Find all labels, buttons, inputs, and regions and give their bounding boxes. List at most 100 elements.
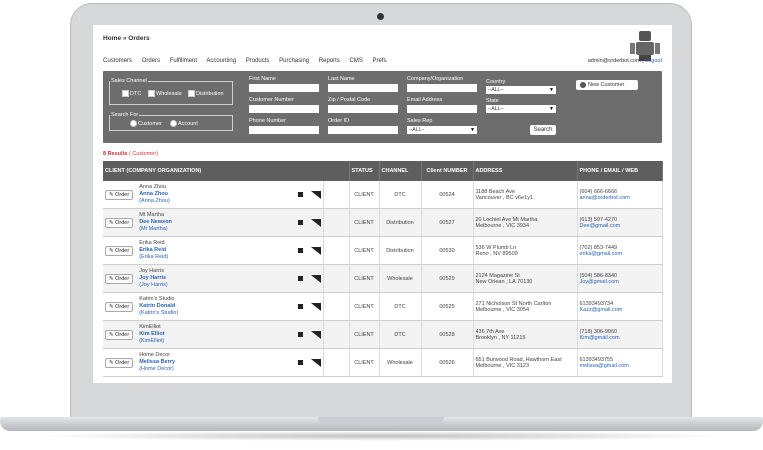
order-button-label: Order: [115, 359, 130, 366]
briefcase-icon[interactable]: [297, 276, 303, 281]
order-button[interactable]: ✎ Order: [105, 245, 134, 256]
menu-fulfillment[interactable]: Fulfillment: [170, 58, 197, 64]
table-row[interactable]: ✎ Order Erika Reid Erika Reid (Erika Reid) C…: [103, 236, 663, 265]
channel-distribution-checkbox[interactable]: Distribution: [188, 90, 224, 97]
menu-products[interactable]: Products: [246, 58, 270, 64]
sales-channel-group: Sales Channel DTC Wholesale Distribution: [109, 78, 233, 105]
account-info: admin@orderbot.com | Logout: [588, 58, 662, 64]
menu-orders[interactable]: Orders: [142, 58, 160, 64]
zip-input[interactable]: [328, 105, 398, 113]
email-link[interactable]: Kim@gmail.com: [580, 335, 660, 341]
briefcase-icon[interactable]: [297, 220, 303, 225]
client-name-link[interactable]: Joy Harris: [139, 275, 291, 282]
address-line-2: Melbourne , VIC 3054: [475, 306, 530, 313]
menu-customers[interactable]: Customers: [103, 58, 132, 64]
customer-table: CLIENT (COMPANY ORGANIZATION) STATUS CHA…: [103, 161, 663, 377]
corner-flag-icon[interactable]: [310, 330, 321, 339]
search-for-customer-radio[interactable]: Customer: [130, 120, 162, 127]
email-link[interactable]: Dee@gmail.com: [580, 223, 660, 229]
logout-link[interactable]: Logout: [645, 58, 662, 64]
customer-number-input[interactable]: [249, 105, 319, 113]
channel-wholesale-checkbox[interactable]: Wholesale: [148, 90, 182, 97]
order-button[interactable]: ✎ Order: [105, 189, 134, 200]
app-screen: Home » Orders Customers Orders Fulfillme…: [93, 25, 672, 383]
results-summary: 8 Results ( Customer): [103, 151, 158, 157]
menu-cms[interactable]: CMS: [350, 58, 363, 64]
new-customer-button[interactable]: New Customer: [576, 80, 638, 90]
email-link[interactable]: anna@orderbot.com: [580, 195, 660, 201]
laptop-notch: [318, 417, 444, 423]
company-label: Company/Organization: [407, 76, 464, 82]
country-select[interactable]: --ALL-- ▼: [486, 86, 556, 94]
order-button[interactable]: ✎ Order: [105, 273, 134, 284]
table-row[interactable]: ✎ Order KimElliot Kim Elliot (KimElliot) CLI…: [103, 320, 663, 349]
table-row[interactable]: ✎ Order Anna Zhou Anna Zhou (Anna Zhou) CLIE…: [103, 181, 663, 209]
client-name-link[interactable]: Erika Reid: [139, 247, 291, 254]
channel-cell: DTC: [379, 320, 422, 349]
email-link[interactable]: melissa@gmail.com: [580, 363, 660, 369]
state-select[interactable]: --ALL-- ▼: [486, 105, 556, 113]
search-for-account-radio[interactable]: Account: [170, 120, 198, 127]
account-email: admin@orderbot.com: [587, 58, 641, 64]
col-client[interactable]: CLIENT (COMPANY ORGANIZATION): [103, 161, 350, 181]
client-company: Katrin's Studio: [139, 296, 175, 302]
menu-purchasing[interactable]: Purchasing: [279, 58, 309, 64]
briefcase-icon[interactable]: [297, 360, 303, 365]
menu-prefs[interactable]: Prefs: [373, 58, 387, 64]
col-address[interactable]: ADDRESS: [473, 161, 578, 181]
briefcase-icon[interactable]: [297, 192, 303, 197]
order-id-input[interactable]: [328, 126, 398, 134]
client-company: KimElliot: [139, 324, 161, 330]
table-row[interactable]: ✎ Order Katrin's Studio Katrin Donald (Katr…: [103, 292, 663, 321]
order-button[interactable]: ✎ Order: [105, 217, 134, 228]
col-contact[interactable]: PHONE / EMAIL / WEB: [577, 161, 663, 181]
client-company: Joy Harris: [139, 268, 164, 274]
email-link[interactable]: Joy@gmail.com: [580, 279, 660, 285]
table-row[interactable]: ✎ Order Home Decor Melissa Berry (Home Deco…: [103, 348, 663, 377]
corner-flag-icon[interactable]: [310, 302, 321, 311]
company-input[interactable]: [407, 84, 477, 92]
email-link[interactable]: erika@gmail.com: [580, 251, 660, 257]
corner-flag-icon[interactable]: [310, 218, 321, 227]
menu-reports[interactable]: Reports: [319, 58, 340, 64]
last-name-label: Last Name: [328, 76, 355, 82]
client-name-link[interactable]: Melissa Berry: [139, 359, 291, 366]
contact-cell: 61393493755 melissa@gmail.com: [577, 348, 663, 377]
menu-accounting[interactable]: Accounting: [206, 58, 236, 64]
client-name-link[interactable]: Kim Elliot: [139, 331, 291, 338]
robot-logo-icon: [630, 31, 660, 61]
search-for-group: Search For Customer Account: [109, 112, 233, 131]
client-name-link[interactable]: Katrin Donald: [139, 303, 291, 310]
corner-flag-icon[interactable]: [310, 274, 321, 283]
first-name-input[interactable]: [249, 84, 319, 92]
table-row[interactable]: ✎ Order Mt Martha Dee Newson (Mt Martha) CLI…: [103, 208, 663, 237]
sales-rep-select[interactable]: --ALL-- ▼: [407, 126, 477, 134]
client-name-link[interactable]: Dee Newson: [139, 219, 291, 226]
channel-dtc-checkbox[interactable]: DTC: [122, 90, 141, 97]
channel-cell: Wholesale: [379, 348, 422, 377]
col-client-number[interactable]: Client NUMBER: [421, 161, 474, 181]
col-channel[interactable]: CHANNEL: [379, 161, 422, 181]
order-button[interactable]: ✎ Order: [105, 301, 134, 312]
corner-flag-icon[interactable]: [310, 246, 321, 255]
client-cell: ✎ Order Katrin's Studio Katrin Donald (Katr…: [103, 292, 324, 321]
email-link[interactable]: Kazz@gmail.com: [580, 307, 660, 313]
corner-flag-icon[interactable]: [310, 190, 321, 199]
search-button[interactable]: Search: [530, 125, 556, 135]
client-number-cell: 00525: [421, 292, 474, 321]
col-status[interactable]: STATUS: [349, 161, 380, 181]
order-button[interactable]: ✎ Order: [105, 357, 134, 368]
order-button[interactable]: ✎ Order: [105, 329, 134, 340]
client-company: Home Decor: [139, 352, 171, 358]
sales-rep-value: --ALL--: [409, 127, 425, 133]
briefcase-icon[interactable]: [297, 248, 303, 253]
phone-input[interactable]: [249, 126, 319, 134]
webcam: [377, 13, 384, 20]
briefcase-icon[interactable]: [297, 304, 303, 309]
corner-flag-icon[interactable]: [310, 358, 321, 367]
last-name-input[interactable]: [328, 84, 398, 92]
briefcase-icon[interactable]: [297, 332, 303, 337]
email-input[interactable]: [407, 105, 477, 113]
client-name-link[interactable]: Anna Zhou: [139, 191, 291, 198]
table-row[interactable]: ✎ Order Joy Harris Joy Harris (Joy Harris) C…: [103, 264, 663, 293]
